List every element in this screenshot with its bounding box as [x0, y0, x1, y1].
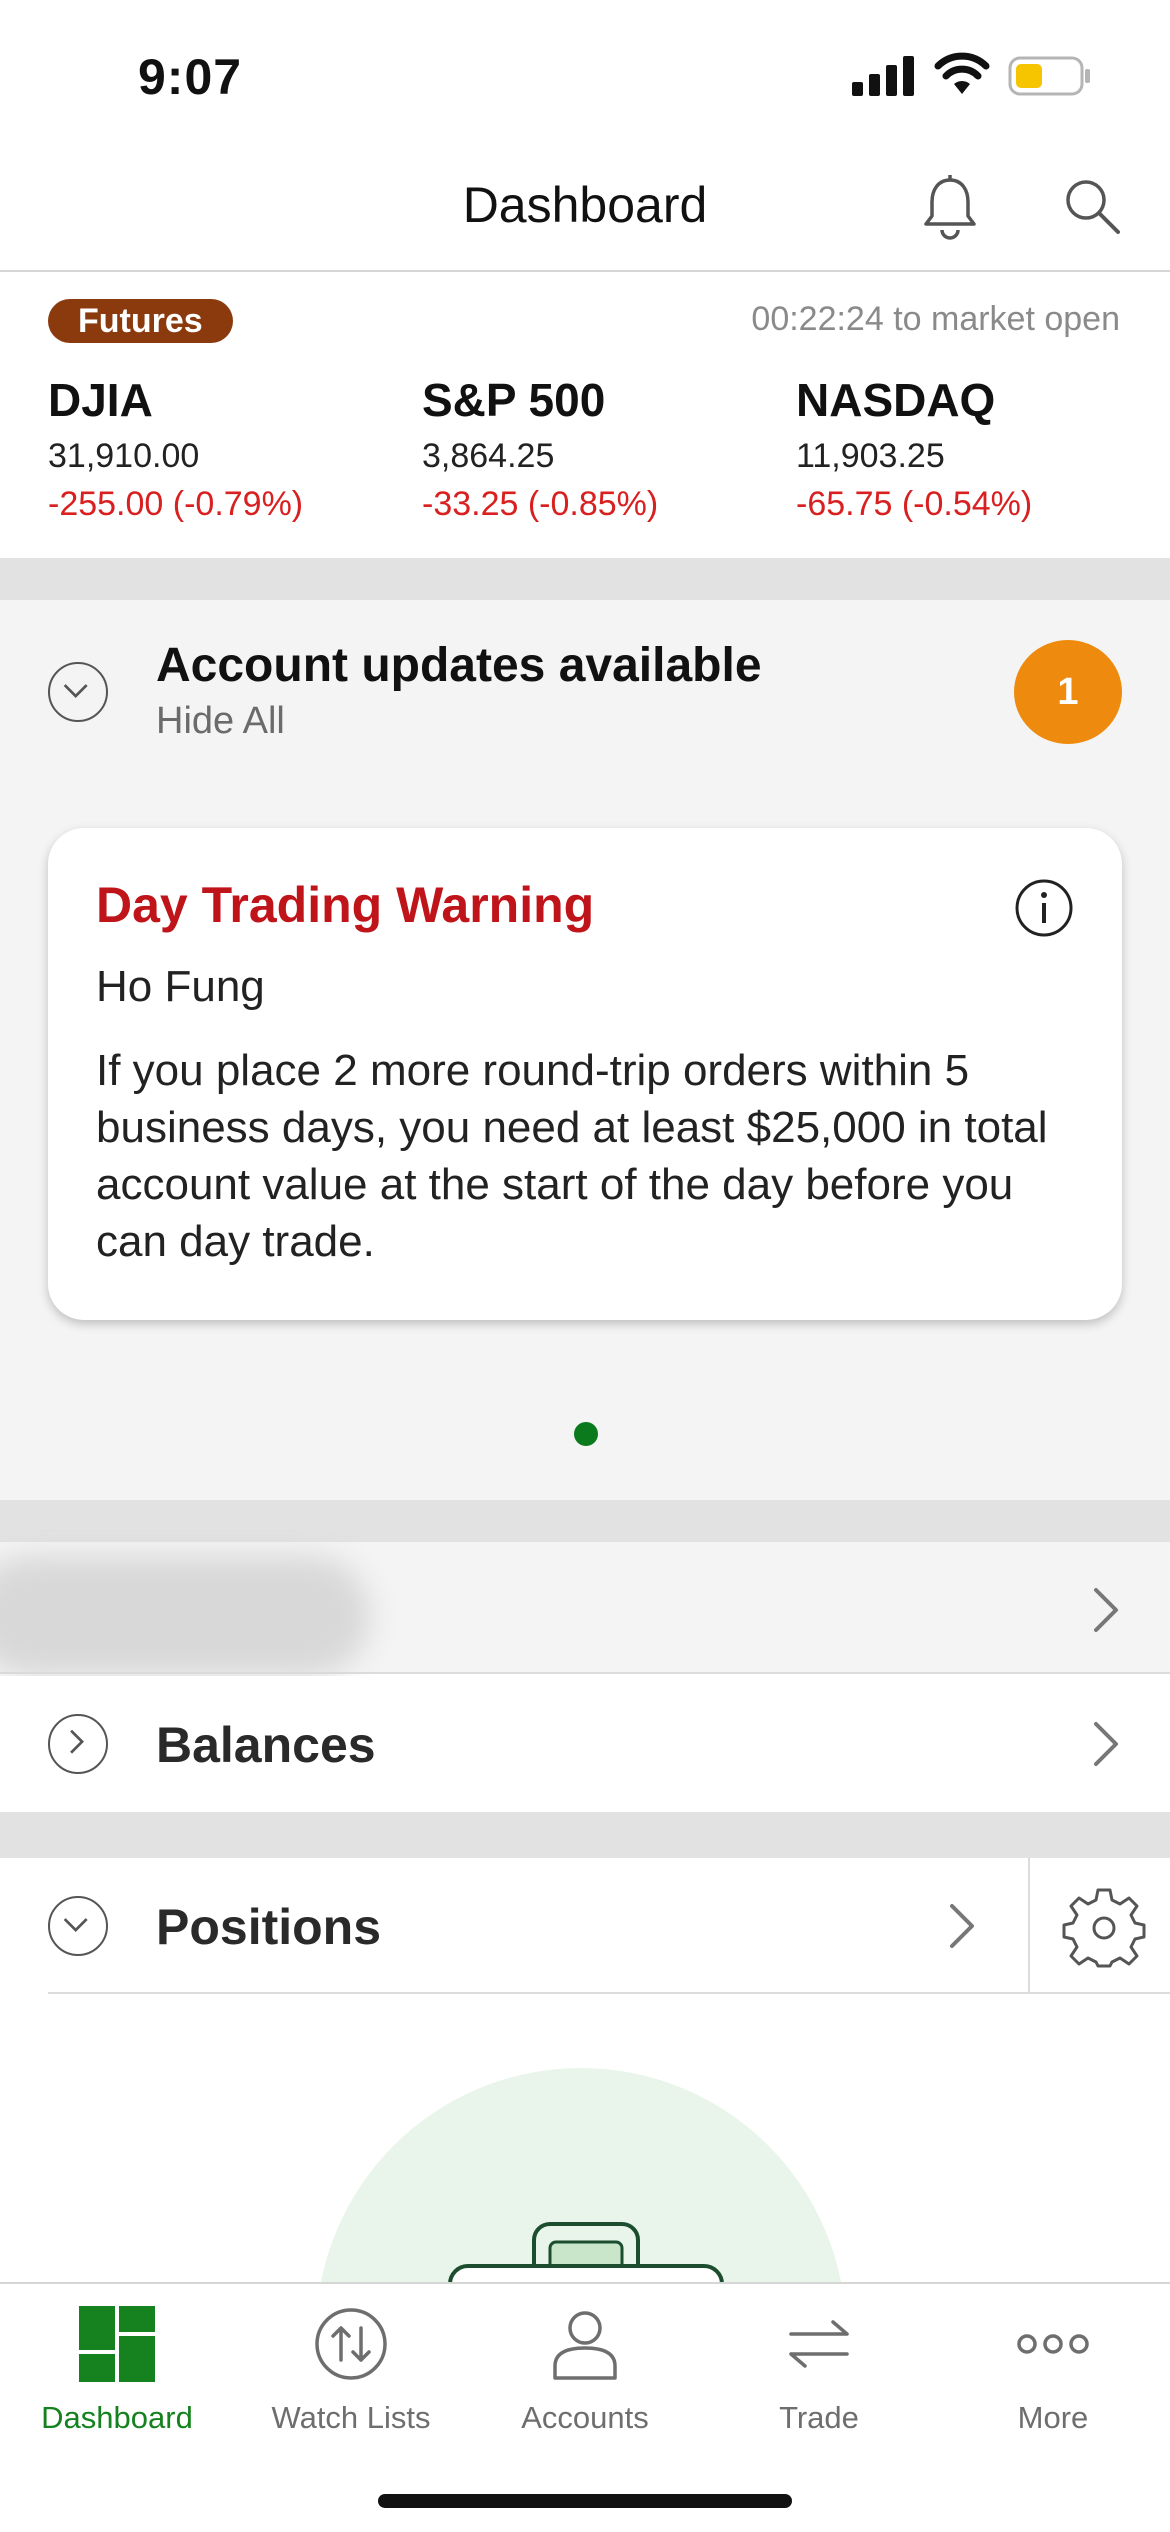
divider [1028, 1858, 1030, 1994]
warning-account-name: Ho Fung [96, 962, 265, 1011]
blurred-account-name [0, 1556, 370, 1676]
warning-title: Day Trading Warning [96, 877, 595, 933]
chevron-right-icon [1094, 1588, 1118, 1632]
updates-count-badge: 1 [1014, 640, 1122, 744]
index-change: -65.75 (-0.54%) [796, 485, 1033, 523]
tab-dashboard[interactable]: Dashboard [0, 2304, 234, 2444]
updates-title: Account updates available [156, 639, 762, 692]
pager-dot[interactable] [574, 1422, 598, 1446]
app-header: Dashboard [0, 150, 1170, 272]
tab-label: Dashboard [41, 2400, 193, 2435]
index-sp500[interactable]: S&P 500 3,864.25 -33.25 (-0.85%) [422, 372, 658, 528]
tab-label: Accounts [521, 2400, 649, 2435]
account-updates-section: Account updates available Hide All 1 Day… [0, 600, 1170, 1500]
positions-row[interactable]: Positions [0, 1858, 1170, 1994]
chevron-down-icon [63, 684, 88, 699]
balances-label: Balances [156, 1717, 376, 1773]
expand-toggle[interactable] [48, 1714, 108, 1774]
market-open-countdown: 00:22:24 to market open [751, 300, 1120, 338]
positions-label: Positions [156, 1899, 382, 1955]
search-icon[interactable] [1062, 176, 1122, 236]
chevron-right-icon[interactable] [946, 1900, 980, 1952]
wifi-icon [934, 52, 990, 94]
chevron-down-icon [63, 1918, 88, 1933]
section-divider [0, 558, 1170, 600]
page-title: Dashboard [462, 177, 708, 233]
warning-body: If you place 2 more round-trip orders wi… [96, 1046, 1048, 1266]
index-value: 11,903.25 [796, 437, 945, 475]
index-djia[interactable]: DJIA 31,910.00 -255.00 (-0.79%) [48, 372, 303, 528]
positions-empty-state [0, 1994, 1170, 2284]
battery-icon [1008, 56, 1090, 96]
account-row[interactable] [0, 1542, 1170, 1676]
home-indicator [378, 2494, 792, 2508]
chevron-right-icon [1094, 1722, 1118, 1766]
hide-all-link[interactable]: Hide All [156, 700, 285, 743]
tab-label: Watch Lists [271, 2400, 431, 2435]
section-divider [0, 1500, 1170, 1542]
chevron-right-icon [70, 1729, 85, 1754]
briefcase-icon [448, 2222, 724, 2284]
section-divider [0, 1812, 1170, 1858]
balances-row[interactable]: Balances [0, 1676, 1170, 1812]
status-bar: 9:07 [0, 0, 1170, 150]
cellular-signal-icon [852, 56, 914, 96]
trade-icon [789, 2320, 849, 2368]
collapse-toggle[interactable] [48, 1896, 108, 1956]
tab-more[interactable]: More [936, 2304, 1170, 2444]
index-change: -255.00 (-0.79%) [48, 485, 304, 523]
collapse-toggle[interactable] [48, 662, 108, 722]
index-value: 31,910.00 [48, 437, 200, 475]
info-icon[interactable] [1014, 878, 1074, 938]
tab-label: Trade [779, 2400, 859, 2435]
more-icon [1017, 2334, 1089, 2354]
tab-trade[interactable]: Trade [702, 2304, 936, 2444]
index-name: NASDAQ [796, 374, 996, 426]
index-name: DJIA [48, 374, 153, 426]
status-time: 9:07 [138, 49, 243, 105]
tab-accounts[interactable]: Accounts [468, 2304, 702, 2444]
futures-badge: Futures [48, 299, 233, 343]
watch-lists-icon [315, 2308, 387, 2380]
index-value: 3,864.25 [422, 437, 555, 475]
tab-label: More [1017, 2400, 1089, 2435]
futures-strip[interactable]: Futures 00:22:24 to market open DJIA 31,… [0, 272, 1170, 558]
index-name: S&P 500 [422, 374, 606, 426]
dashboard-icon [79, 2306, 155, 2382]
index-change: -33.25 (-0.85%) [422, 485, 659, 523]
index-nasdaq[interactable]: NASDAQ 11,903.25 -65.75 (-0.54%) [796, 372, 1032, 528]
bell-icon[interactable] [920, 174, 980, 240]
day-trading-warning-card[interactable]: Day Trading Warning Ho Fung If you place… [48, 828, 1122, 1320]
tab-watch-lists[interactable]: Watch Lists [234, 2304, 468, 2444]
gear-icon[interactable] [1062, 1884, 1146, 1968]
accounts-icon [553, 2311, 617, 2380]
